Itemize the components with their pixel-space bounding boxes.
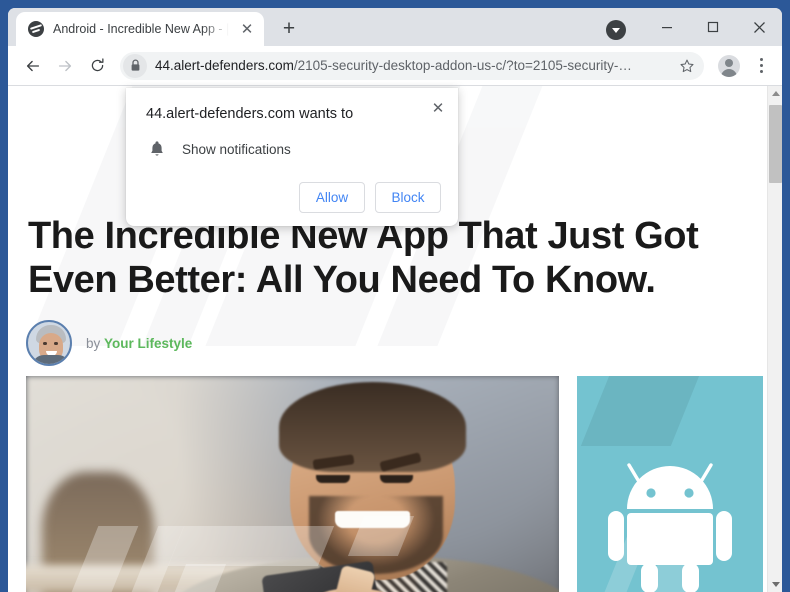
dialog-permission-label: Show notifications	[182, 141, 291, 157]
bell-icon	[149, 140, 165, 158]
byline-text: by Your Lifestyle	[86, 336, 192, 351]
browser-window-inner: Android - Incredible New App - | ✕ + 44.…	[8, 8, 782, 592]
forward-arrow-icon	[50, 51, 80, 81]
menu-dot	[759, 58, 763, 61]
subject-beard	[309, 496, 444, 574]
new-tab-button[interactable]: +	[274, 13, 304, 43]
hero-gap	[559, 376, 577, 592]
address-bar[interactable]: 44.alert-defenders.com/2105-security-des…	[120, 51, 704, 80]
watermark-stroke	[580, 376, 704, 446]
download-icon[interactable]	[606, 20, 626, 40]
subject-eye	[316, 475, 351, 483]
browser-toolbar: 44.alert-defenders.com/2105-security-des…	[8, 46, 782, 86]
browser-tab[interactable]: Android - Incredible New App - | ✕	[16, 12, 264, 46]
dialog-title: 44.alert-defenders.com wants to	[146, 106, 354, 122]
byline: by Your Lifestyle	[26, 320, 192, 366]
headline-line-2: Even Better: All You Need To Know.	[28, 259, 656, 301]
back-arrow-icon[interactable]	[18, 51, 48, 81]
reload-icon[interactable]	[82, 51, 112, 81]
star-icon[interactable]	[674, 53, 700, 79]
avatar-eye	[43, 342, 47, 345]
avatar-body	[32, 355, 70, 364]
page-title: The Incredible New App That Just Got Eve…	[28, 214, 748, 302]
notification-permission-dialog: ✕ 44.alert-defenders.com wants to Show n…	[126, 88, 458, 226]
menu-dot	[759, 70, 763, 73]
tab-strip: Android - Incredible New App - | ✕ +	[8, 8, 782, 46]
globe-icon	[28, 21, 44, 37]
url-path: /2105-security-desktop-addon-us-c/?to=21…	[293, 58, 632, 73]
dialog-close-icon[interactable]: ✕	[428, 98, 448, 118]
lock-icon[interactable]	[123, 53, 147, 78]
subject-smile	[335, 511, 410, 528]
browser-window: Android - Incredible New App - | ✕ + 44.…	[0, 0, 790, 592]
profile-avatar-icon[interactable]	[714, 51, 744, 81]
avatar-eye	[54, 342, 58, 345]
hero-android-panel	[577, 376, 763, 592]
window-caption-controls	[606, 8, 782, 46]
three-dot-menu-icon[interactable]	[748, 51, 774, 81]
dialog-actions: Allow Block	[299, 182, 441, 213]
scroll-down-arrow-icon[interactable]	[768, 577, 782, 592]
subject-eye	[379, 475, 414, 483]
scrollbar-thumb[interactable]	[769, 105, 782, 183]
profile-avatar-glyph	[718, 54, 740, 77]
url-host: 44.alert-defenders.com	[155, 58, 294, 73]
minimize-icon[interactable]	[644, 8, 690, 46]
dialog-permission-row: Show notifications	[146, 140, 440, 158]
menu-dot	[759, 64, 763, 67]
scroll-up-arrow-icon[interactable]	[768, 86, 782, 101]
byline-author-link[interactable]: Your Lifestyle	[104, 336, 192, 351]
hero-media-row	[26, 376, 763, 592]
subject-hair	[279, 382, 466, 472]
allow-button[interactable]: Allow	[299, 182, 365, 213]
url-text: 44.alert-defenders.com/2105-security-des…	[147, 58, 674, 73]
download-arrow-glyph	[612, 27, 620, 33]
close-icon[interactable]	[736, 8, 782, 46]
author-avatar-icon	[26, 320, 72, 366]
photo-subject-man-with-phone	[163, 376, 559, 592]
tab-title: Android - Incredible New App - |	[53, 22, 229, 36]
byline-prefix: by	[86, 335, 101, 351]
tab-close-icon[interactable]: ✕	[238, 20, 256, 38]
maximize-icon[interactable]	[690, 8, 736, 46]
page-scrollbar[interactable]	[767, 86, 782, 592]
hero-photo	[26, 376, 559, 592]
block-button[interactable]: Block	[375, 182, 441, 213]
android-robot-logo	[608, 463, 732, 592]
